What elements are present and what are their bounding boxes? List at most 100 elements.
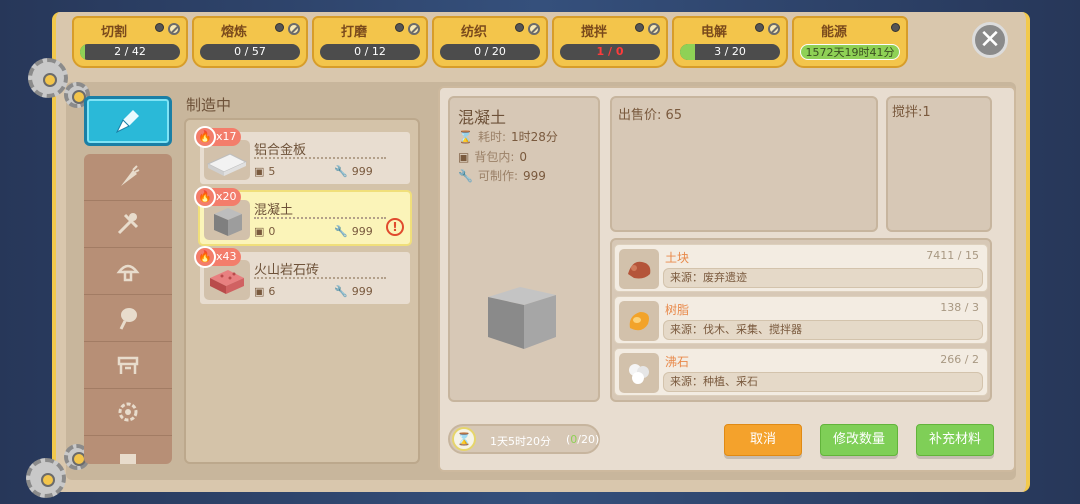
progress-text: 1 / 0 xyxy=(596,45,624,58)
divider xyxy=(254,157,386,159)
tab-label: 电解 xyxy=(700,25,727,40)
category-list xyxy=(84,154,172,464)
crafting-list: 🔥 x17 铝合金板 ▣ 5 🔧 999 🔥 x20 混凝土 ▣ 0 🔧 999 ! 🔥 x4… xyxy=(184,118,420,464)
tab-weaving[interactable]: 纺织 0 / 20 xyxy=(432,16,548,68)
backpack-icon: ▣ xyxy=(254,225,265,238)
ban-icon[interactable] xyxy=(168,23,180,35)
craft-item-aluminum-plate[interactable]: 🔥 x17 铝合金板 ▣ 5 🔧 999 xyxy=(194,126,412,186)
mixer-requirement: 搅拌:1 xyxy=(892,105,931,120)
quantity-badge: 🔥 x43 xyxy=(194,246,241,268)
tab-label: 搅拌 xyxy=(580,25,607,40)
zeolite-icon xyxy=(629,364,649,384)
tab-label: 熔炼 xyxy=(220,25,247,40)
ban-icon[interactable] xyxy=(648,23,660,35)
material-source: 来源：伐木、采集、搅拌器 xyxy=(663,320,983,340)
tab-polishing[interactable]: 打磨 0 / 12 xyxy=(312,16,428,68)
available-count: 🔧 999 xyxy=(334,285,373,298)
category-tabs: 切割 2 / 42 熔炼 0 / 57 打磨 0 / 12 纺织 0 / 20 … xyxy=(72,16,908,68)
category-all[interactable] xyxy=(84,96,172,146)
category-item-mushroom[interactable] xyxy=(84,248,172,295)
mushroom-icon xyxy=(116,264,140,282)
completed-count: (0/20) xyxy=(566,433,600,446)
tab-label: 切割 xyxy=(100,25,127,40)
craft-item-volcanic-brick[interactable]: 🔥 x43 火山岩石砖 ▣ 6 🔧 999 xyxy=(194,246,412,306)
progress-text: 3 / 20 xyxy=(714,45,746,58)
dot-icon xyxy=(515,23,524,32)
progress-bar: 0 / 12 xyxy=(320,44,420,60)
category-item-box[interactable] xyxy=(84,436,172,464)
crafting-title: 制造中 xyxy=(186,96,232,114)
category-item-meat[interactable] xyxy=(84,295,172,342)
detail-title: 混凝土 xyxy=(458,108,507,127)
tab-label: 能源 xyxy=(820,25,847,40)
soil-icon xyxy=(628,261,651,279)
detail-craftable: 🔧 可制作: 999 xyxy=(458,168,546,184)
material-count: 7411 / 15 xyxy=(926,249,979,262)
tab-smelting[interactable]: 熔炼 0 / 57 xyxy=(192,16,308,68)
dot-icon xyxy=(275,23,284,32)
progress-bar: 1 / 0 xyxy=(560,44,660,60)
item-name: 火山岩石砖 xyxy=(254,263,320,278)
progress-bar: 2 / 42 xyxy=(80,44,180,60)
broom-icon xyxy=(115,110,139,134)
tab-electrolysis[interactable]: 电解 3 / 20 xyxy=(672,16,788,68)
category-item-carrot[interactable] xyxy=(84,154,172,201)
ban-icon[interactable] xyxy=(288,23,300,35)
meat-icon xyxy=(119,308,137,330)
progress-bar: 3 / 20 xyxy=(680,44,780,60)
tab-label: 打磨 xyxy=(340,25,367,40)
tab-cutting[interactable]: 切割 2 / 42 xyxy=(72,16,188,68)
dot-icon xyxy=(395,23,404,32)
fire-icon: 🔥 xyxy=(194,126,216,148)
stock-count: ▣ 0 xyxy=(254,225,276,238)
concrete-block-image xyxy=(488,287,556,349)
category-item-tools[interactable] xyxy=(84,201,172,248)
category-sidebar xyxy=(80,92,176,464)
modify-quantity-button[interactable]: 修改数量 xyxy=(820,424,898,456)
tab-energy[interactable]: 能源 1572天19时41分 xyxy=(792,16,908,68)
gear-icon xyxy=(26,458,66,498)
resin-icon xyxy=(629,312,649,331)
material-row-resin[interactable]: 树脂 138 / 3 来源：伐木、采集、搅拌器 xyxy=(614,296,988,344)
material-count: 266 / 2 xyxy=(940,353,979,366)
dot-icon xyxy=(635,23,644,32)
supply-materials-button[interactable]: 补充材料 xyxy=(916,424,994,456)
dot-icon xyxy=(755,23,764,32)
material-count: 138 / 3 xyxy=(940,301,979,314)
material-name: 土块 xyxy=(665,251,690,265)
cancel-button[interactable]: 取消 xyxy=(724,424,802,456)
close-button[interactable]: ✕ xyxy=(972,22,1008,58)
ban-icon[interactable] xyxy=(528,23,540,35)
energy-text: 1572天19时41分 xyxy=(805,46,895,59)
tab-mixing[interactable]: 搅拌 1 / 0 xyxy=(552,16,668,68)
category-item-gear[interactable] xyxy=(84,389,172,436)
material-thumbnail xyxy=(619,249,659,289)
craft-item-concrete[interactable]: 🔥 x20 混凝土 ▣ 0 🔧 999 ! xyxy=(194,186,412,246)
total-time: 1天5时20分 xyxy=(490,435,551,448)
gear-icon xyxy=(28,58,68,98)
progress-text: 0 / 12 xyxy=(354,45,386,58)
sell-price: 出售价: 65 xyxy=(618,108,683,123)
progress-text: 0 / 57 xyxy=(234,45,266,58)
material-row-zeolite[interactable]: 沸石 266 / 2 来源：种植、采石 xyxy=(614,348,988,396)
detail-bag: ▣ 背包内: 0 xyxy=(458,149,528,165)
material-name: 树脂 xyxy=(665,303,690,317)
close-icon: ✕ xyxy=(979,25,1001,55)
warning-icon[interactable]: ! xyxy=(386,218,404,236)
tools-icon xyxy=(117,213,139,235)
detail-time: ⌛ 耗时: 1时28分 xyxy=(458,129,558,145)
wrench-icon: 🔧 xyxy=(334,285,348,298)
hourglass-icon: ⌛ xyxy=(452,427,476,451)
material-source: 来源：种植、采石 xyxy=(663,372,983,392)
material-row-soil[interactable]: 土块 7411 / 15 来源：废弃遗迹 xyxy=(614,244,988,292)
fire-icon: 🔥 xyxy=(194,246,216,268)
backpack-icon: ▣ xyxy=(254,165,265,178)
dot-icon xyxy=(155,23,164,32)
ban-icon[interactable] xyxy=(408,23,420,35)
category-item-furniture[interactable] xyxy=(84,342,172,389)
progress-bar: 0 / 57 xyxy=(200,44,300,60)
tab-label: 纺织 xyxy=(460,25,487,40)
quantity-badge: 🔥 x17 xyxy=(194,126,241,148)
ban-icon[interactable] xyxy=(768,23,780,35)
material-name: 沸石 xyxy=(665,355,690,369)
